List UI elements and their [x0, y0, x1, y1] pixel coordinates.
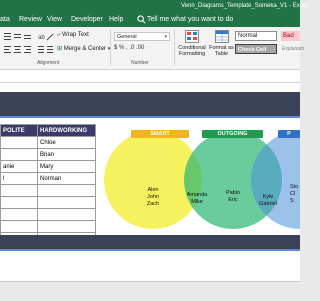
- smart-only-names: Alen John Zach: [146, 187, 160, 207]
- alignment-group-label: Alignment: [37, 60, 60, 66]
- svg-text:ab: ab: [38, 35, 45, 41]
- venn-circles: [104, 131, 300, 229]
- number-format-dropdown[interactable]: General ▾: [114, 32, 170, 41]
- header-band: [0, 92, 300, 116]
- cell-hardworking[interactable]: Norman: [37, 172, 96, 185]
- cell-polite[interactable]: [0, 220, 38, 233]
- smart-outgoing-names: Amanda Mike: [186, 192, 208, 205]
- wrap-text-button[interactable]: ⤶ Wrap Text: [57, 32, 89, 39]
- cell-hardworking[interactable]: [37, 196, 96, 209]
- cell-polite[interactable]: [0, 208, 38, 221]
- style-check-cell[interactable]: Check Cell: [235, 44, 277, 54]
- ribbon-separator: [174, 29, 175, 65]
- table-row: anie Mary: [0, 160, 96, 173]
- cell-polite[interactable]: anie: [0, 160, 38, 173]
- cell-hardworking[interactable]: Chloe: [37, 136, 96, 149]
- footer-band: [0, 235, 300, 249]
- third-label: P: [278, 130, 300, 138]
- column-header-hardworking: HARDWORKING: [37, 124, 96, 137]
- style-normal[interactable]: Normal: [235, 31, 277, 41]
- cell-polite[interactable]: [0, 136, 38, 149]
- cell-polite[interactable]: [0, 184, 38, 197]
- search-icon[interactable]: [137, 15, 146, 24]
- format-as-table-button[interactable]: Format as Table: [208, 30, 235, 57]
- conditional-formatting-icon: [185, 30, 199, 43]
- header-accent-line: [0, 116, 300, 118]
- status-bar: [0, 281, 300, 301]
- number-format-value: General: [117, 34, 137, 40]
- wrap-text-label: Wrap Text: [62, 32, 89, 38]
- outgoing-third-names: Kyle Gabriel: [259, 194, 277, 207]
- chevron-down-icon: ▾: [164, 34, 167, 40]
- table-row: [0, 208, 96, 221]
- merge-center-button[interactable]: ⊞ Merge & Center ▾: [57, 45, 110, 52]
- third-only-names: Sto Cl S: [290, 184, 299, 204]
- tab-data[interactable]: ata: [0, 16, 10, 23]
- cell-hardworking[interactable]: [37, 184, 96, 197]
- conditional-formatting-label-2: Formatting: [178, 51, 206, 57]
- table-row: Brian: [0, 148, 96, 161]
- table-row: [0, 184, 96, 197]
- ribbon: ab ⤶ Wrap Text ⊞ Merge & Center ▾ Alignm…: [0, 27, 304, 70]
- tab-developer[interactable]: Developer: [71, 16, 103, 23]
- tab-help[interactable]: Help: [109, 16, 123, 23]
- indent-icons[interactable]: [38, 45, 54, 54]
- ribbon-separator: [110, 29, 111, 65]
- formula-bar[interactable]: [0, 70, 300, 83]
- table-row: l Norman: [0, 172, 96, 185]
- tab-view[interactable]: View: [47, 16, 62, 23]
- ribbon-tabs: ata Review View Developer Help Tell me w…: [0, 13, 300, 27]
- column-header-polite: POLITE: [0, 124, 38, 137]
- style-explanatory[interactable]: Explanato: [281, 44, 304, 54]
- table-header-row: POLITE HARDWORKING: [0, 124, 96, 137]
- title-bar: Venn_Diagrams_Template_Someka_V1 - Excel: [0, 0, 307, 13]
- cell-hardworking[interactable]: Brian: [37, 148, 96, 161]
- number-group-label: Number: [131, 60, 149, 66]
- names-table: POLITE HARDWORKING Chloe Brian anie Mary …: [0, 124, 96, 245]
- footer-accent-line: [0, 249, 300, 251]
- tab-review[interactable]: Review: [19, 16, 42, 23]
- merge-center-label: Merge & Center: [63, 46, 107, 52]
- style-bad[interactable]: Bad: [281, 31, 300, 41]
- tell-me-search[interactable]: Tell me what you want to do: [147, 16, 233, 23]
- table-row: [0, 220, 96, 233]
- orientation-icon[interactable]: ab: [38, 32, 54, 41]
- conditional-formatting-button[interactable]: Conditional Formatting: [177, 30, 207, 57]
- cell-hardworking[interactable]: [37, 220, 96, 233]
- merge-center-icon: ⊞: [57, 46, 63, 52]
- cell-polite[interactable]: [0, 196, 38, 209]
- table-row: Chloe: [0, 136, 96, 149]
- format-as-table-icon: [214, 30, 229, 43]
- cell-hardworking[interactable]: Mary: [37, 160, 96, 173]
- window-title: Venn_Diagrams_Template_Someka_V1 - Excel: [181, 3, 308, 9]
- cell-polite[interactable]: l: [0, 172, 38, 185]
- format-as-table-label-2: Table: [214, 51, 229, 57]
- align-horizontal-icons[interactable]: [4, 45, 34, 54]
- wrap-text-icon: ⤶: [57, 32, 61, 38]
- outgoing-only-names: Pablo Eric: [225, 190, 241, 203]
- cell-hardworking[interactable]: [37, 208, 96, 221]
- cell-polite[interactable]: [0, 148, 38, 161]
- outgoing-label: OUTGOING: [202, 130, 263, 138]
- table-row: [0, 196, 96, 209]
- smart-label: SMART: [131, 130, 189, 138]
- number-format-buttons[interactable]: $ % , .0 .00: [114, 45, 144, 51]
- align-top-icons[interactable]: [4, 32, 34, 41]
